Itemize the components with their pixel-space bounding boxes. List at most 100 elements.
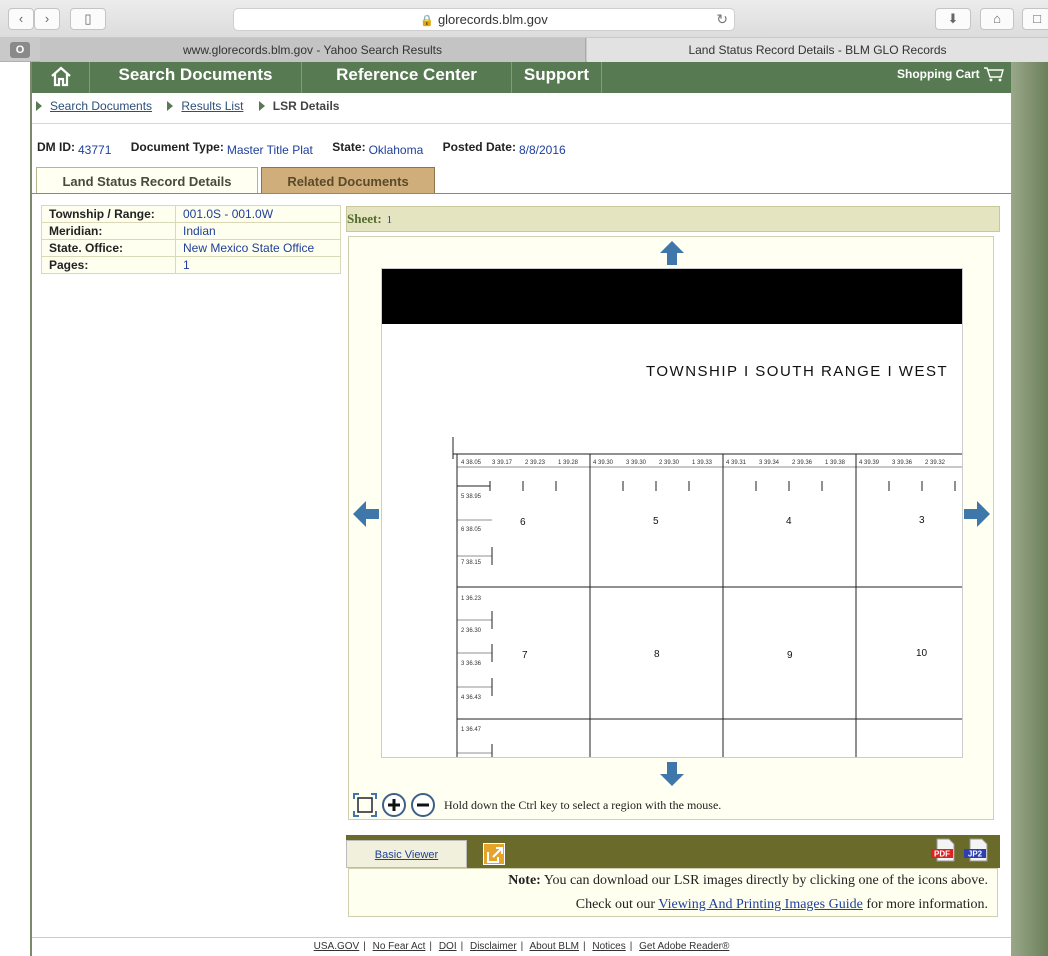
arrow-left-icon[interactable] — [352, 500, 380, 528]
section-number: 6 — [520, 517, 526, 528]
tab-bar: O www.glorecords.blm.gov - Yahoo Search … — [0, 38, 1048, 62]
pdf-label: PDF — [934, 850, 950, 859]
right-border — [1011, 62, 1048, 956]
document-meta: DM ID: 43771 Document Type: Master Title P… — [37, 140, 582, 157]
section-number: 7 — [522, 650, 528, 661]
zoom-in-icon[interactable] — [381, 792, 407, 818]
lock-icon: 🔒 — [420, 15, 434, 27]
plat-image[interactable]: TOWNSHIP I SOUTH RANGE I WEST 4 38.05 3 … — [381, 268, 963, 758]
top-lot-label: 4 39.30 — [593, 460, 614, 466]
downloads-button[interactable]: ⬇ — [935, 8, 971, 30]
download-icon: ⬇ — [947, 11, 959, 26]
footer-no-fear-act[interactable]: No Fear Act — [373, 941, 426, 952]
section-number: 4 — [786, 516, 792, 527]
site-nav: Search Documents Reference Center Suppor… — [32, 62, 1011, 93]
detail-key: State. Office: — [41, 239, 176, 257]
zoom-out-icon[interactable] — [410, 792, 436, 818]
viewer-hint: Hold down the Ctrl key to select a regio… — [444, 798, 722, 812]
home-icon — [51, 66, 71, 87]
tab-badge[interactable]: O — [10, 42, 30, 58]
footer-usagov[interactable]: USA.GOV — [314, 941, 360, 952]
back-button[interactable]: ‹ — [8, 8, 34, 30]
nav-reference-center[interactable]: Reference Center — [302, 62, 512, 93]
section-number: 9 — [787, 650, 793, 661]
dm-id-value: 43771 — [78, 143, 112, 157]
jp2-download-icon[interactable]: JP2 — [963, 838, 989, 862]
left-border — [30, 62, 32, 956]
browser-toolbar: ‹ › ▯ 🔒 glorecords.blm.gov ↻ ⬇ ⌂ □ — [0, 0, 1048, 38]
basic-viewer-link[interactable]: Basic Viewer — [346, 840, 467, 868]
arrow-up-icon[interactable] — [659, 240, 685, 266]
side-lot-label: 3 36.36 — [461, 661, 482, 667]
section-number: 10 — [916, 648, 928, 659]
table-row: Township / Range: 001.0S - 001.0W — [41, 205, 341, 223]
shopping-cart-link[interactable]: Shopping Cart — [897, 66, 1005, 82]
footer-adobe-reader[interactable]: Get Adobe Reader® — [639, 941, 729, 952]
detail-value: 1 — [175, 256, 341, 274]
posted-date-value: 8/8/2016 — [518, 143, 566, 157]
detail-key: Meridian: — [41, 222, 176, 240]
pdf-download-icon[interactable]: PDF — [930, 838, 956, 862]
footer-separator: | — [629, 941, 633, 952]
tab-underline — [32, 193, 1011, 194]
footer-doi[interactable]: DOI — [439, 941, 457, 952]
site-home-button[interactable] — [32, 62, 90, 93]
dm-id-label: DM ID: — [37, 140, 75, 154]
home-icon: ⌂ — [993, 11, 1001, 26]
top-lot-label: 3 39.17 — [492, 460, 513, 466]
nav-search-documents[interactable]: Search Documents — [90, 62, 302, 93]
top-lot-label: 1 39.38 — [825, 460, 846, 466]
sheet-label: Sheet: — [347, 211, 382, 226]
top-lot-label: 4 39.31 — [726, 460, 747, 466]
footer-separator: | — [460, 941, 464, 952]
side-lot-label: 6 38.05 — [461, 527, 482, 533]
printing-guide-link[interactable]: Viewing And Printing Images Guide — [658, 897, 862, 912]
tab-related-documents[interactable]: Related Documents — [261, 167, 435, 194]
arrow-right-icon[interactable] — [963, 500, 991, 528]
sidebar-button[interactable]: ▯ — [70, 8, 106, 30]
chevron-right-icon: › — [44, 11, 50, 26]
home-button[interactable]: ⌂ — [980, 8, 1014, 30]
detail-value: Indian — [175, 222, 341, 240]
footer-separator: | — [363, 941, 366, 952]
nav-support[interactable]: Support — [512, 62, 602, 93]
side-lot-label: 1 36.47 — [461, 727, 482, 733]
shopping-cart-icon — [984, 67, 1004, 82]
top-lot-label: 2 39.36 — [792, 460, 813, 466]
doc-type-value: Master Title Plat — [226, 143, 313, 157]
section-number: 5 — [653, 516, 659, 527]
chevron-left-icon: ‹ — [18, 11, 24, 26]
breadcrumb-arrow-icon — [36, 101, 42, 111]
top-lot-label: 1 39.28 — [558, 460, 579, 466]
breadcrumb-results-list[interactable]: Results List — [181, 99, 243, 113]
side-lot-label: 1 36.23 — [461, 596, 482, 602]
tab-land-status-record-details[interactable]: Land Status Record Details — [36, 167, 258, 194]
tab-lsr-details[interactable]: Land Status Record Details - BLM GLO Rec… — [587, 38, 1048, 62]
reload-icon[interactable]: ↻ — [716, 9, 728, 30]
popout-icon[interactable] — [483, 843, 505, 865]
select-region-icon[interactable] — [352, 792, 378, 818]
detail-key: Pages: — [41, 256, 176, 274]
plat-grid: 4 38.05 3 39.17 2 39.23 1 39.28 4 39.30 … — [452, 437, 962, 757]
note-line-2: Check out our Viewing And Printing Image… — [576, 897, 988, 913]
doc-type-label: Document Type: — [130, 140, 224, 154]
arrow-down-icon[interactable] — [659, 761, 685, 787]
top-lot-label: 4 38.05 — [461, 460, 482, 466]
tab-yahoo[interactable]: www.glorecords.blm.gov - Yahoo Search Re… — [40, 38, 586, 62]
table-row: Pages: 1 — [41, 256, 341, 274]
top-lot-label: 2 39.23 — [525, 460, 546, 466]
detail-key: Township / Range: — [41, 205, 176, 223]
footer-notices[interactable]: Notices — [592, 941, 625, 952]
details-table: Township / Range: 001.0S - 001.0W Meridia… — [41, 205, 341, 274]
forward-button[interactable]: › — [34, 8, 60, 30]
side-lot-label: 4 36.43 — [461, 695, 482, 701]
detail-value: 001.0S - 001.0W — [175, 205, 341, 223]
divider — [32, 123, 1011, 124]
side-lot-label: 2 36.30 — [461, 628, 482, 634]
breadcrumb-search-documents[interactable]: Search Documents — [50, 99, 152, 113]
breadcrumb-current: LSR Details — [272, 99, 340, 113]
address-bar[interactable]: 🔒 glorecords.blm.gov ↻ — [233, 8, 735, 31]
share-button[interactable]: □ — [1022, 8, 1048, 30]
footer-disclaimer[interactable]: Disclaimer — [470, 941, 517, 952]
footer-about-blm[interactable]: About BLM — [530, 941, 579, 952]
